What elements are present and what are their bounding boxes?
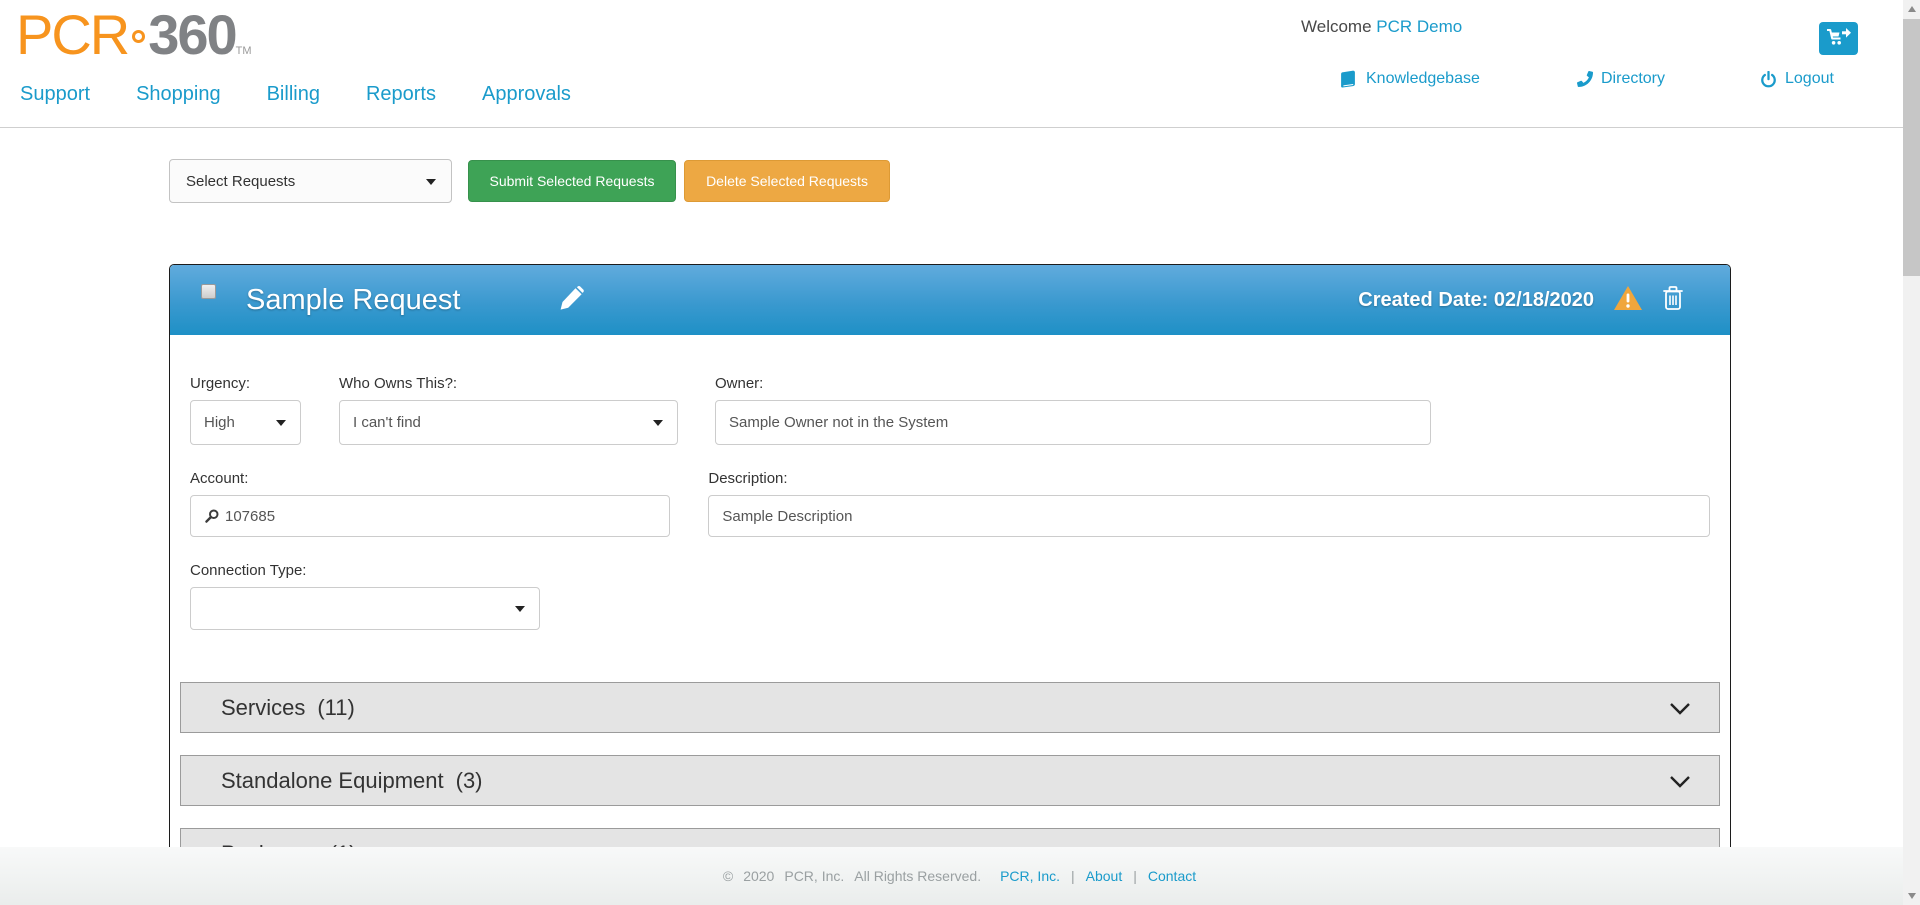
scrollbar-up-button[interactable] (1903, 0, 1920, 18)
account-lookup-field[interactable] (190, 495, 670, 537)
section-count: (3) (456, 768, 483, 794)
request-panel: Sample Request Created Date: 02/18/2020 (169, 264, 1731, 905)
request-form: Urgency: High Who Owns This?: I can't fi… (170, 335, 1730, 630)
requests-toolbar: Select Requests Submit Selected Requests… (169, 159, 890, 203)
top-header: PCR 360TM Support Shopping Billing Report… (0, 0, 1920, 128)
section-services[interactable]: Services (11) (180, 682, 1720, 733)
nav-approvals[interactable]: Approvals (482, 83, 571, 106)
account-input[interactable] (225, 508, 656, 525)
footer-divider: | (1071, 868, 1075, 884)
triangle-down-icon (1908, 893, 1916, 899)
account-field-group: Account: (190, 470, 670, 537)
vertical-scrollbar[interactable] (1903, 0, 1920, 905)
connection-type-select[interactable] (190, 587, 540, 630)
section-label: Standalone Equipment (221, 768, 444, 794)
knowledgebase-link[interactable]: Knowledgebase (1339, 70, 1480, 88)
nav-shopping[interactable]: Shopping (136, 83, 221, 106)
nav-support[interactable]: Support (20, 83, 90, 106)
main-nav: Support Shopping Billing Reports Approva… (20, 83, 571, 106)
request-title: Sample Request (246, 284, 460, 317)
welcome-label: Welcome (1301, 17, 1372, 36)
logo-text-360: 360 (148, 3, 235, 66)
phone-icon (1577, 71, 1593, 87)
chevron-down-icon (515, 606, 525, 612)
footer-about-link[interactable]: About (1086, 868, 1123, 884)
section-count: (11) (317, 695, 355, 721)
select-requests-label: Select Requests (186, 173, 295, 190)
description-input[interactable] (708, 495, 1710, 537)
logo-trademark: TM (236, 45, 252, 57)
warning-icon[interactable] (1613, 285, 1643, 316)
scrollbar-thumb[interactable] (1903, 19, 1920, 276)
footer-rights: All Rights Reserved. (854, 868, 981, 884)
form-row-2: Account: Description: (190, 470, 1710, 537)
footer-company: PCR, Inc. (784, 868, 844, 884)
footer-divider: | (1133, 868, 1137, 884)
owner-field-group: Owner: (715, 375, 1431, 445)
scrollbar-down-button[interactable] (1903, 887, 1920, 905)
description-label: Description: (708, 470, 1710, 488)
footer-contact-link[interactable]: Contact (1148, 868, 1196, 884)
directory-link[interactable]: Directory (1577, 70, 1665, 88)
urgency-label: Urgency: (190, 375, 301, 393)
copyright-symbol: © (723, 868, 733, 884)
urgency-value: High (204, 414, 235, 431)
logout-link[interactable]: Logout (1760, 70, 1834, 88)
triangle-up-icon (1908, 6, 1916, 12)
nav-billing[interactable]: Billing (267, 83, 320, 106)
who-owns-value: I can't find (353, 414, 421, 431)
urgency-field-group: Urgency: High (190, 375, 301, 445)
who-owns-field-group: Who Owns This?: I can't find (339, 375, 678, 445)
search-icon (204, 509, 219, 524)
chevron-down-icon (426, 179, 436, 185)
section-label: Services (221, 695, 305, 721)
logo-ring-icon (132, 30, 145, 43)
book-icon (1339, 70, 1358, 88)
welcome-text: Welcome PCR Demo (1301, 17, 1462, 37)
form-row-1: Urgency: High Who Owns This?: I can't fi… (190, 375, 1710, 445)
section-standalone-equipment[interactable]: Standalone Equipment (3) (180, 755, 1720, 806)
account-label: Account: (190, 470, 670, 488)
request-header-actions: Created Date: 02/18/2020 (1358, 265, 1684, 335)
footer-year: 2020 (743, 868, 774, 884)
nav-reports[interactable]: Reports (366, 83, 436, 106)
chevron-down-icon (1669, 768, 1691, 794)
owner-label: Owner: (715, 375, 1431, 393)
footer-company-link[interactable]: PCR, Inc. (1000, 868, 1060, 884)
directory-label: Directory (1601, 70, 1665, 88)
power-icon (1760, 71, 1777, 88)
who-owns-select[interactable]: I can't find (339, 400, 678, 445)
delete-selected-requests-button[interactable]: Delete Selected Requests (684, 160, 890, 202)
owner-input[interactable] (715, 400, 1431, 445)
request-select-checkbox[interactable] (201, 284, 216, 299)
connection-type-field-group: Connection Type: (190, 562, 540, 630)
chevron-down-icon (1669, 695, 1691, 721)
created-date-label: Created Date: 02/18/2020 (1358, 289, 1594, 312)
chevron-down-icon (653, 420, 663, 426)
trash-icon[interactable] (1662, 285, 1684, 316)
knowledgebase-label: Knowledgebase (1366, 70, 1480, 88)
form-row-3: Connection Type: (190, 562, 1710, 630)
cart-checkout-button[interactable] (1819, 22, 1858, 55)
logout-label: Logout (1785, 70, 1834, 88)
connection-type-label: Connection Type: (190, 562, 540, 580)
pcr360-logo[interactable]: PCR 360TM (16, 4, 252, 82)
request-panel-header: Sample Request Created Date: 02/18/2020 (170, 265, 1730, 335)
description-field-group: Description: (708, 470, 1710, 537)
page-footer: © 2020 PCR, Inc. All Rights Reserved. PC… (0, 847, 1920, 905)
who-owns-label: Who Owns This?: (339, 375, 678, 393)
submit-selected-requests-button[interactable]: Submit Selected Requests (468, 160, 676, 202)
urgency-select[interactable]: High (190, 400, 301, 445)
edit-pencil-icon[interactable] (558, 285, 585, 317)
user-name-link[interactable]: PCR Demo (1376, 17, 1462, 36)
logo-text-pcr: PCR (16, 3, 128, 66)
select-requests-dropdown[interactable]: Select Requests (169, 159, 452, 203)
chevron-down-icon (276, 420, 286, 426)
cart-arrow-icon (1826, 27, 1852, 50)
